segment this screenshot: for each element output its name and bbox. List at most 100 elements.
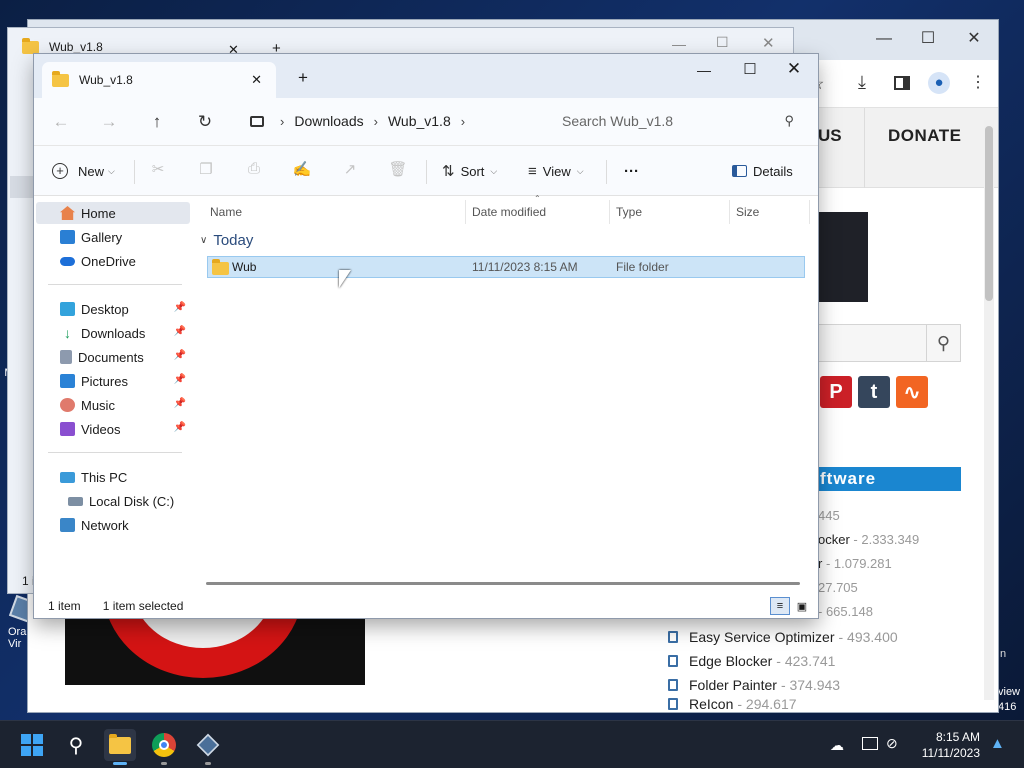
pin-icon[interactable]: 📌 [174,350,186,361]
list-item[interactable]: Edge Blocker - 423.741 [668,649,968,673]
horizontal-scrollbar[interactable] [206,582,800,585]
details-view-icon[interactable]: ≡ [770,597,790,615]
copy-icon[interactable]: ❐ [196,160,216,178]
forward-arrow-icon[interactable]: → [96,110,122,134]
profile-icon[interactable]: ● [928,72,950,94]
nav-item-downloads[interactable]: ↓ Downloads 📌 [36,322,190,344]
divider [606,160,607,184]
tab-title: Wub_v1.8 [49,40,103,54]
chevron-right-icon[interactable]: › [461,114,465,129]
nav-item-this-pc[interactable]: This PC [36,466,190,488]
address-bar[interactable]: › Downloads › Wub_v1.8 › [240,104,540,138]
pin-icon[interactable]: 📌 [174,422,186,433]
share-icon[interactable]: ↗ [340,160,360,178]
taskbar-file-explorer[interactable] [104,729,136,765]
explorer-tabbar: Wub_v1.8 ✕ + — ☐ ✕ [34,54,818,98]
stat-line: 27.705 [818,580,858,595]
browser-scrollbar[interactable] [984,120,994,700]
search-input[interactable]: Search Wub_v1.8 ⚲ [548,104,806,138]
list-item[interactable]: ReIcon - 294.617 [668,697,968,711]
minimize-button[interactable]: — [864,30,904,48]
nav-item-desktop[interactable]: Desktop 📌 [36,298,190,320]
new-tab-button[interactable]: + [298,68,308,88]
notification-bell-icon[interactable]: ▲ [990,735,1005,752]
breadcrumb-wub-v18[interactable]: Wub_v1.8 [388,113,451,129]
back-arrow-icon[interactable]: ← [48,110,74,134]
navigation-pane: Home Gallery OneDrive Desktop 📌 ↓ Download… [34,196,192,592]
nav-item-pictures[interactable]: Pictures 📌 [36,370,190,392]
rss-icon[interactable]: ∿ [896,376,928,408]
list-item[interactable]: Folder Painter - 374.943 [668,673,968,697]
tiles-view-icon[interactable]: ▣ [792,597,812,615]
sort-button[interactable]: ⇅ Sort ⌵ [442,158,497,184]
taskbar-virtualbox[interactable] [192,729,224,765]
pin-icon[interactable]: 📌 [174,302,186,313]
download-icon[interactable]: ⤓ [858,72,866,93]
up-arrow-icon[interactable]: ↑ [144,110,170,134]
pinterest-icon[interactable]: P [820,376,852,408]
tab-explorer-back[interactable]: Wub_v1.8 [22,37,103,54]
column-header-date-modified[interactable]: Date modified [472,200,610,224]
new-button[interactable]: + New ⌵ [52,158,115,184]
breadcrumb-downloads[interactable]: Downloads [294,113,363,129]
nav-item-music[interactable]: Music 📌 [36,394,190,416]
program-icon [668,631,678,643]
details-button[interactable]: Details [732,158,793,184]
column-header-name[interactable]: Name [210,200,466,224]
minimize-button[interactable]: — [690,62,718,78]
taskbar-chrome[interactable] [148,729,180,765]
menu-icon[interactable]: ⋮ [970,72,986,92]
site-search-box[interactable]: ⚲ [818,324,961,362]
group-header-today[interactable]: ∨ Today [200,232,253,249]
scrollbar-thumb[interactable] [985,126,993,301]
minimize-button[interactable]: — [672,36,686,52]
sidebar-icon[interactable] [894,76,910,90]
table-row[interactable]: Wub 11/11/2023 8:15 AM File folder [207,256,805,278]
file-explorer-window[interactable]: Wub_v1.8 ✕ + — ☐ ✕ ← → ↑ ↻ › Downloads ›… [34,54,818,618]
maximize-button[interactable]: ☐ [908,28,948,48]
search-icon[interactable]: ⚲ [926,325,960,361]
pin-icon[interactable]: 📌 [174,374,186,385]
nav-item-gallery[interactable]: Gallery [36,226,190,248]
nav-item-network[interactable]: Network [36,514,190,536]
nav-item-onedrive[interactable]: OneDrive [36,250,190,272]
rename-icon[interactable]: ✍ [292,160,312,178]
ad-banner[interactable] [818,212,868,302]
start-button[interactable] [16,729,48,761]
mouse-cursor-icon [339,270,351,288]
column-header-type[interactable]: Type [616,200,730,224]
view-button[interactable]: ≡ View ⌵ [528,158,584,184]
nav-item-us[interactable]: US [818,126,842,146]
close-button[interactable]: ✕ [954,28,994,48]
details-label: Details [753,163,793,179]
nav-item-donate[interactable]: DONATE [888,126,962,146]
close-button[interactable]: ✕ [780,59,808,79]
nav-item-videos[interactable]: Videos 📌 [36,418,190,440]
delete-icon[interactable]: 🗑 [388,160,408,178]
maximize-button[interactable]: ☐ [716,34,729,51]
column-header-size[interactable]: Size [736,200,810,224]
tab-wub-v18[interactable]: Wub_v1.8 ✕ [42,62,276,98]
search-icon: ⚲ [784,113,794,128]
search-button[interactable]: ⚲ [60,729,92,761]
cut-icon[interactable]: ✂ [148,160,168,178]
list-item[interactable]: Easy Service Optimizer - 493.400 [668,625,968,649]
display-icon[interactable] [862,737,878,750]
close-button[interactable]: ✕ [762,34,775,52]
close-tab-icon[interactable]: ✕ [251,72,262,88]
maximize-button[interactable]: ☐ [736,60,764,78]
paste-icon[interactable]: ⎙ [244,160,264,177]
nav-item-documents[interactable]: Documents 📌 [36,346,190,368]
pin-icon[interactable]: 📌 [174,326,186,337]
tumblr-icon[interactable]: t [858,376,890,408]
file-list: Name Date modified ⌃ Type Size ∨ Today W… [194,194,814,592]
network-status-icon[interactable]: ☁ [830,737,844,754]
system-clock[interactable]: 8:15 AM 11/11/2023 [922,729,980,761]
nav-item-home[interactable]: Home [36,202,190,224]
more-options-button[interactable]: ··· [624,158,639,184]
virtualbox-icon [196,733,220,757]
nav-item-local-disk[interactable]: Local Disk (C:) [36,490,190,512]
pin-icon[interactable]: 📌 [174,398,186,409]
refresh-icon[interactable]: ↻ [192,110,218,134]
volume-mute-icon[interactable]: ⊘ [886,735,898,752]
